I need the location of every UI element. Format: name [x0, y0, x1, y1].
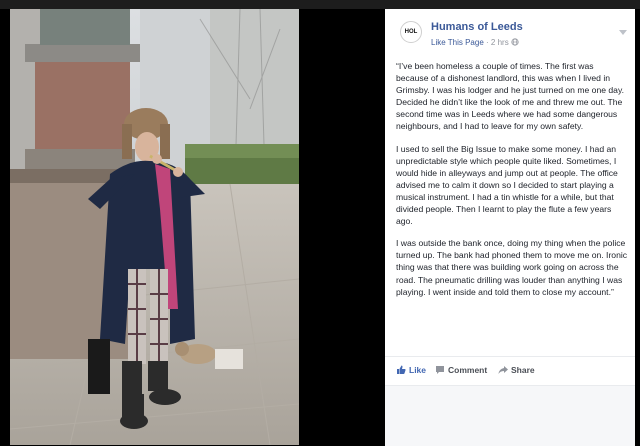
- busker-photo-illustration: [10, 9, 299, 445]
- meta-separator: ·: [486, 38, 489, 47]
- comment-button[interactable]: Comment: [435, 365, 487, 375]
- top-strip: [0, 0, 640, 9]
- thumbs-up-icon: [396, 365, 406, 375]
- post-paragraph: “I’ve been homeless a couple of times. T…: [396, 61, 625, 132]
- post-text: “I’ve been homeless a couple of times. T…: [396, 60, 628, 308]
- share-icon: [498, 365, 508, 375]
- page-avatar[interactable]: HOL: [400, 21, 422, 43]
- post-time[interactable]: 2 hrs: [491, 38, 509, 47]
- share-button[interactable]: Share: [498, 365, 535, 375]
- share-label: Share: [511, 365, 535, 375]
- post-actions: Like Comment Share: [385, 356, 635, 385]
- chevron-down-icon[interactable]: [619, 23, 627, 35]
- post-paragraph: I was outside the bank once, doing my th…: [396, 238, 628, 297]
- page-avatar-text: HOL: [404, 29, 418, 35]
- comment-area[interactable]: [385, 385, 635, 446]
- like-page-link[interactable]: Like This Page: [431, 38, 484, 47]
- like-label: Like: [409, 365, 427, 375]
- post-meta: Like This Page · 2 hrs: [431, 38, 519, 47]
- like-button[interactable]: Like: [396, 365, 426, 375]
- comment-label: Comment: [448, 365, 488, 375]
- post-card: HOL Humans of Leeds Like This Page · 2 h…: [385, 9, 635, 446]
- comment-icon: [435, 365, 445, 375]
- post-photo[interactable]: [10, 9, 299, 445]
- page-name-link[interactable]: Humans of Leeds: [431, 21, 523, 33]
- post-header: HOL Humans of Leeds Like This Page · 2 h…: [385, 9, 635, 53]
- post-paragraph: I used to sell the Big Issue to make som…: [396, 143, 618, 227]
- globe-icon: [511, 38, 519, 47]
